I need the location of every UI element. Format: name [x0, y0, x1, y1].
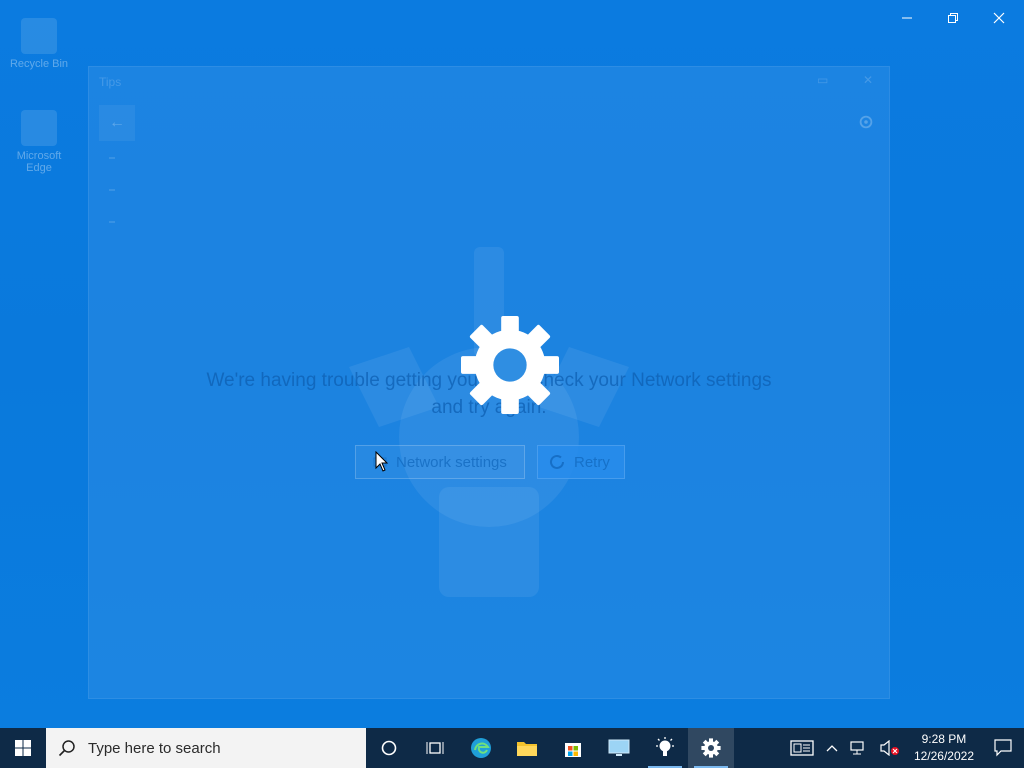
- app-settings-icon[interactable]: [857, 113, 875, 131]
- windows-logo-icon: [15, 740, 31, 756]
- edge-icon: [471, 738, 491, 758]
- network-tray-button[interactable]: [844, 728, 874, 768]
- menu-item[interactable]: [109, 189, 115, 191]
- edge-desktop-icon[interactable]: Microsoft Edge: [4, 110, 74, 174]
- store-icon: [565, 743, 581, 757]
- minimize-button[interactable]: [884, 0, 930, 36]
- action-center-button[interactable]: [982, 728, 1024, 768]
- minimize-icon: [902, 17, 912, 19]
- close-icon: [993, 12, 1005, 24]
- taskbar: 9:28 PM 12/26/2022: [0, 728, 1024, 768]
- taskbar-edge[interactable]: [458, 728, 504, 768]
- volume-button[interactable]: [874, 728, 906, 768]
- desktop: Recycle Bin Microsoft Edge Tips ▭ ✕ ← We…: [0, 0, 1024, 728]
- restore-icon: [948, 13, 958, 23]
- network-settings-label: Network settings: [396, 453, 507, 471]
- settings-splash-gear-icon: [461, 316, 559, 414]
- clock-date: 12/26/2022: [913, 749, 974, 763]
- back-button[interactable]: ←: [99, 105, 135, 141]
- news-button[interactable]: [784, 728, 820, 768]
- close-button[interactable]: [976, 0, 1022, 36]
- back-arrow-icon: ←: [109, 114, 125, 131]
- restore-button[interactable]: [930, 0, 976, 36]
- cortana-icon: [381, 740, 397, 756]
- recycle-bin-label: Recycle Bin: [9, 58, 69, 70]
- app-maximize-icon[interactable]: ▭: [817, 73, 828, 87]
- file-explorer-icon: [517, 742, 537, 756]
- show-hidden-icons-button[interactable]: [820, 728, 844, 768]
- clock[interactable]: 9:28 PM 12/26/2022: [906, 731, 982, 765]
- app-close-icon[interactable]: ✕: [863, 73, 873, 87]
- chevron-up-icon: [826, 745, 838, 752]
- start-button[interactable]: [0, 728, 46, 768]
- window-title: Tips: [99, 75, 122, 89]
- taskbar-tips[interactable]: [642, 728, 688, 768]
- taskbar-settings[interactable]: [688, 728, 734, 768]
- remote-desktop-icon: [608, 739, 630, 756]
- volume-muted-icon: [880, 740, 899, 756]
- edge-desktop-label: Microsoft Edge: [16, 150, 62, 174]
- taskbar-file-explorer[interactable]: [504, 728, 550, 768]
- menu-item[interactable]: [109, 157, 115, 159]
- task-view-button[interactable]: [412, 728, 458, 768]
- refresh-icon: [550, 454, 564, 469]
- system-tray: 9:28 PM 12/26/2022: [784, 728, 1024, 768]
- tips-icon: [656, 737, 674, 756]
- menu-item[interactable]: [109, 221, 115, 223]
- notification-icon: [994, 739, 1012, 757]
- settings-icon: [701, 738, 721, 758]
- taskbar-remote-desktop[interactable]: [596, 728, 642, 768]
- task-view-icon: [426, 742, 444, 754]
- search-icon: [58, 740, 75, 757]
- taskbar-store[interactable]: [550, 728, 596, 768]
- mouse-cursor-icon: [375, 451, 389, 472]
- network-tray-icon: [850, 741, 864, 755]
- cortana-button[interactable]: [366, 728, 412, 768]
- taskbar-search[interactable]: [46, 728, 366, 768]
- retry-label: Retry: [574, 453, 610, 471]
- retry-button[interactable]: Retry: [537, 445, 625, 479]
- clock-time: 9:28 PM: [921, 732, 967, 746]
- search-input[interactable]: [86, 738, 350, 758]
- recycle-bin-icon[interactable]: Recycle Bin: [4, 18, 74, 70]
- news-icon: [790, 740, 814, 756]
